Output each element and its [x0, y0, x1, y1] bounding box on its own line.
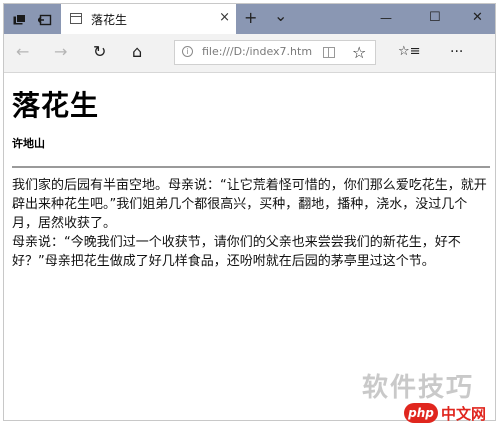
back-button[interactable]: ←: [16, 43, 29, 61]
title-bar: 落花生 × + ⌄ — ☐ ✕: [4, 4, 495, 34]
site-info-icon[interactable]: i: [182, 46, 193, 57]
tab-close-icon[interactable]: ×: [219, 10, 230, 25]
tab-title: 落花生: [91, 13, 128, 27]
watermark-logo-text: 中文网: [441, 404, 487, 423]
page-title: 落花生: [12, 89, 100, 122]
tab-active[interactable]: 落花生 ×: [61, 4, 236, 34]
watermark-site-name: 软件技巧: [362, 373, 475, 403]
watermark-logo: php 中文网: [404, 402, 486, 424]
home-button[interactable]: ⌂: [132, 43, 142, 61]
favorites-list-icon[interactable]: ☆≡: [398, 43, 421, 61]
browser-window: 落花生 × + ⌄ — ☐ ✕ ← → ↻ ⌂ i file:///D:/ind…: [3, 3, 496, 421]
minimize-button[interactable]: —: [380, 8, 392, 28]
address-bar[interactable]: i file:///D:/index7.htm ☆: [174, 40, 376, 65]
favorite-star-icon[interactable]: ☆: [352, 43, 366, 62]
maximize-button[interactable]: ☐: [429, 8, 441, 28]
set-tabs-aside-icon[interactable]: [37, 12, 52, 26]
url-text: file:///D:/index7.htm: [202, 45, 313, 58]
author-name: 许地山: [12, 137, 45, 150]
tab-list-chevron-icon[interactable]: ⌄: [274, 6, 287, 26]
paragraph: 我们家的后园有半亩空地。母亲说：“让它荒着怪可惜的，你们那么爱吃花生，就开辟出来…: [12, 178, 487, 231]
tab-preview-icon[interactable]: [13, 12, 27, 25]
php-logo-icon: php: [404, 403, 438, 423]
close-window-button[interactable]: ✕: [472, 8, 483, 28]
horizontal-rule: [12, 166, 490, 168]
navigation-bar: ← → ↻ ⌂ i file:///D:/index7.htm ☆ ☆≡ ···: [4, 34, 495, 73]
refresh-button[interactable]: ↻: [93, 43, 106, 61]
paragraph: 母亲说：“今晚我们过一个收获节，请你们的父亲也来尝尝我们的新花生，好不好？”母亲…: [12, 235, 461, 269]
new-tab-button[interactable]: +: [244, 8, 257, 28]
reading-view-icon[interactable]: [323, 47, 335, 58]
page-icon: [70, 13, 82, 24]
more-button[interactable]: ···: [450, 43, 463, 61]
forward-button[interactable]: →: [54, 43, 67, 61]
